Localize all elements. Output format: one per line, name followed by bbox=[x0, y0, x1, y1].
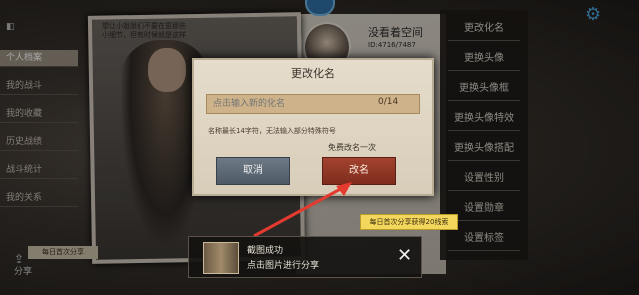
free-rename-note: 免费改名一次 bbox=[328, 143, 376, 152]
toast-title: 截图成功 bbox=[247, 246, 284, 256]
screenshot-thumbnail[interactable] bbox=[203, 242, 239, 274]
red-arrow-annotation bbox=[253, 182, 352, 238]
rename-dialog: 更改化名 0/14 名称最长14字符，无法输入部分特殊符号 免费改名一次 取消 … bbox=[192, 58, 434, 196]
dialog-title: 更改化名 bbox=[291, 67, 335, 80]
char-count: 0/14 bbox=[378, 97, 399, 107]
share-reward-tooltip: 每日首次分享获得20线索 bbox=[360, 214, 458, 230]
screenshot-toast[interactable]: 截图成功 点击图片进行分享 ✕ bbox=[188, 236, 422, 278]
close-icon[interactable]: ✕ bbox=[397, 245, 412, 267]
name-hint: 名称最长14字符，无法输入部分特殊符号 bbox=[208, 127, 336, 135]
toast-subtitle: 点击图片进行分享 bbox=[247, 261, 320, 271]
